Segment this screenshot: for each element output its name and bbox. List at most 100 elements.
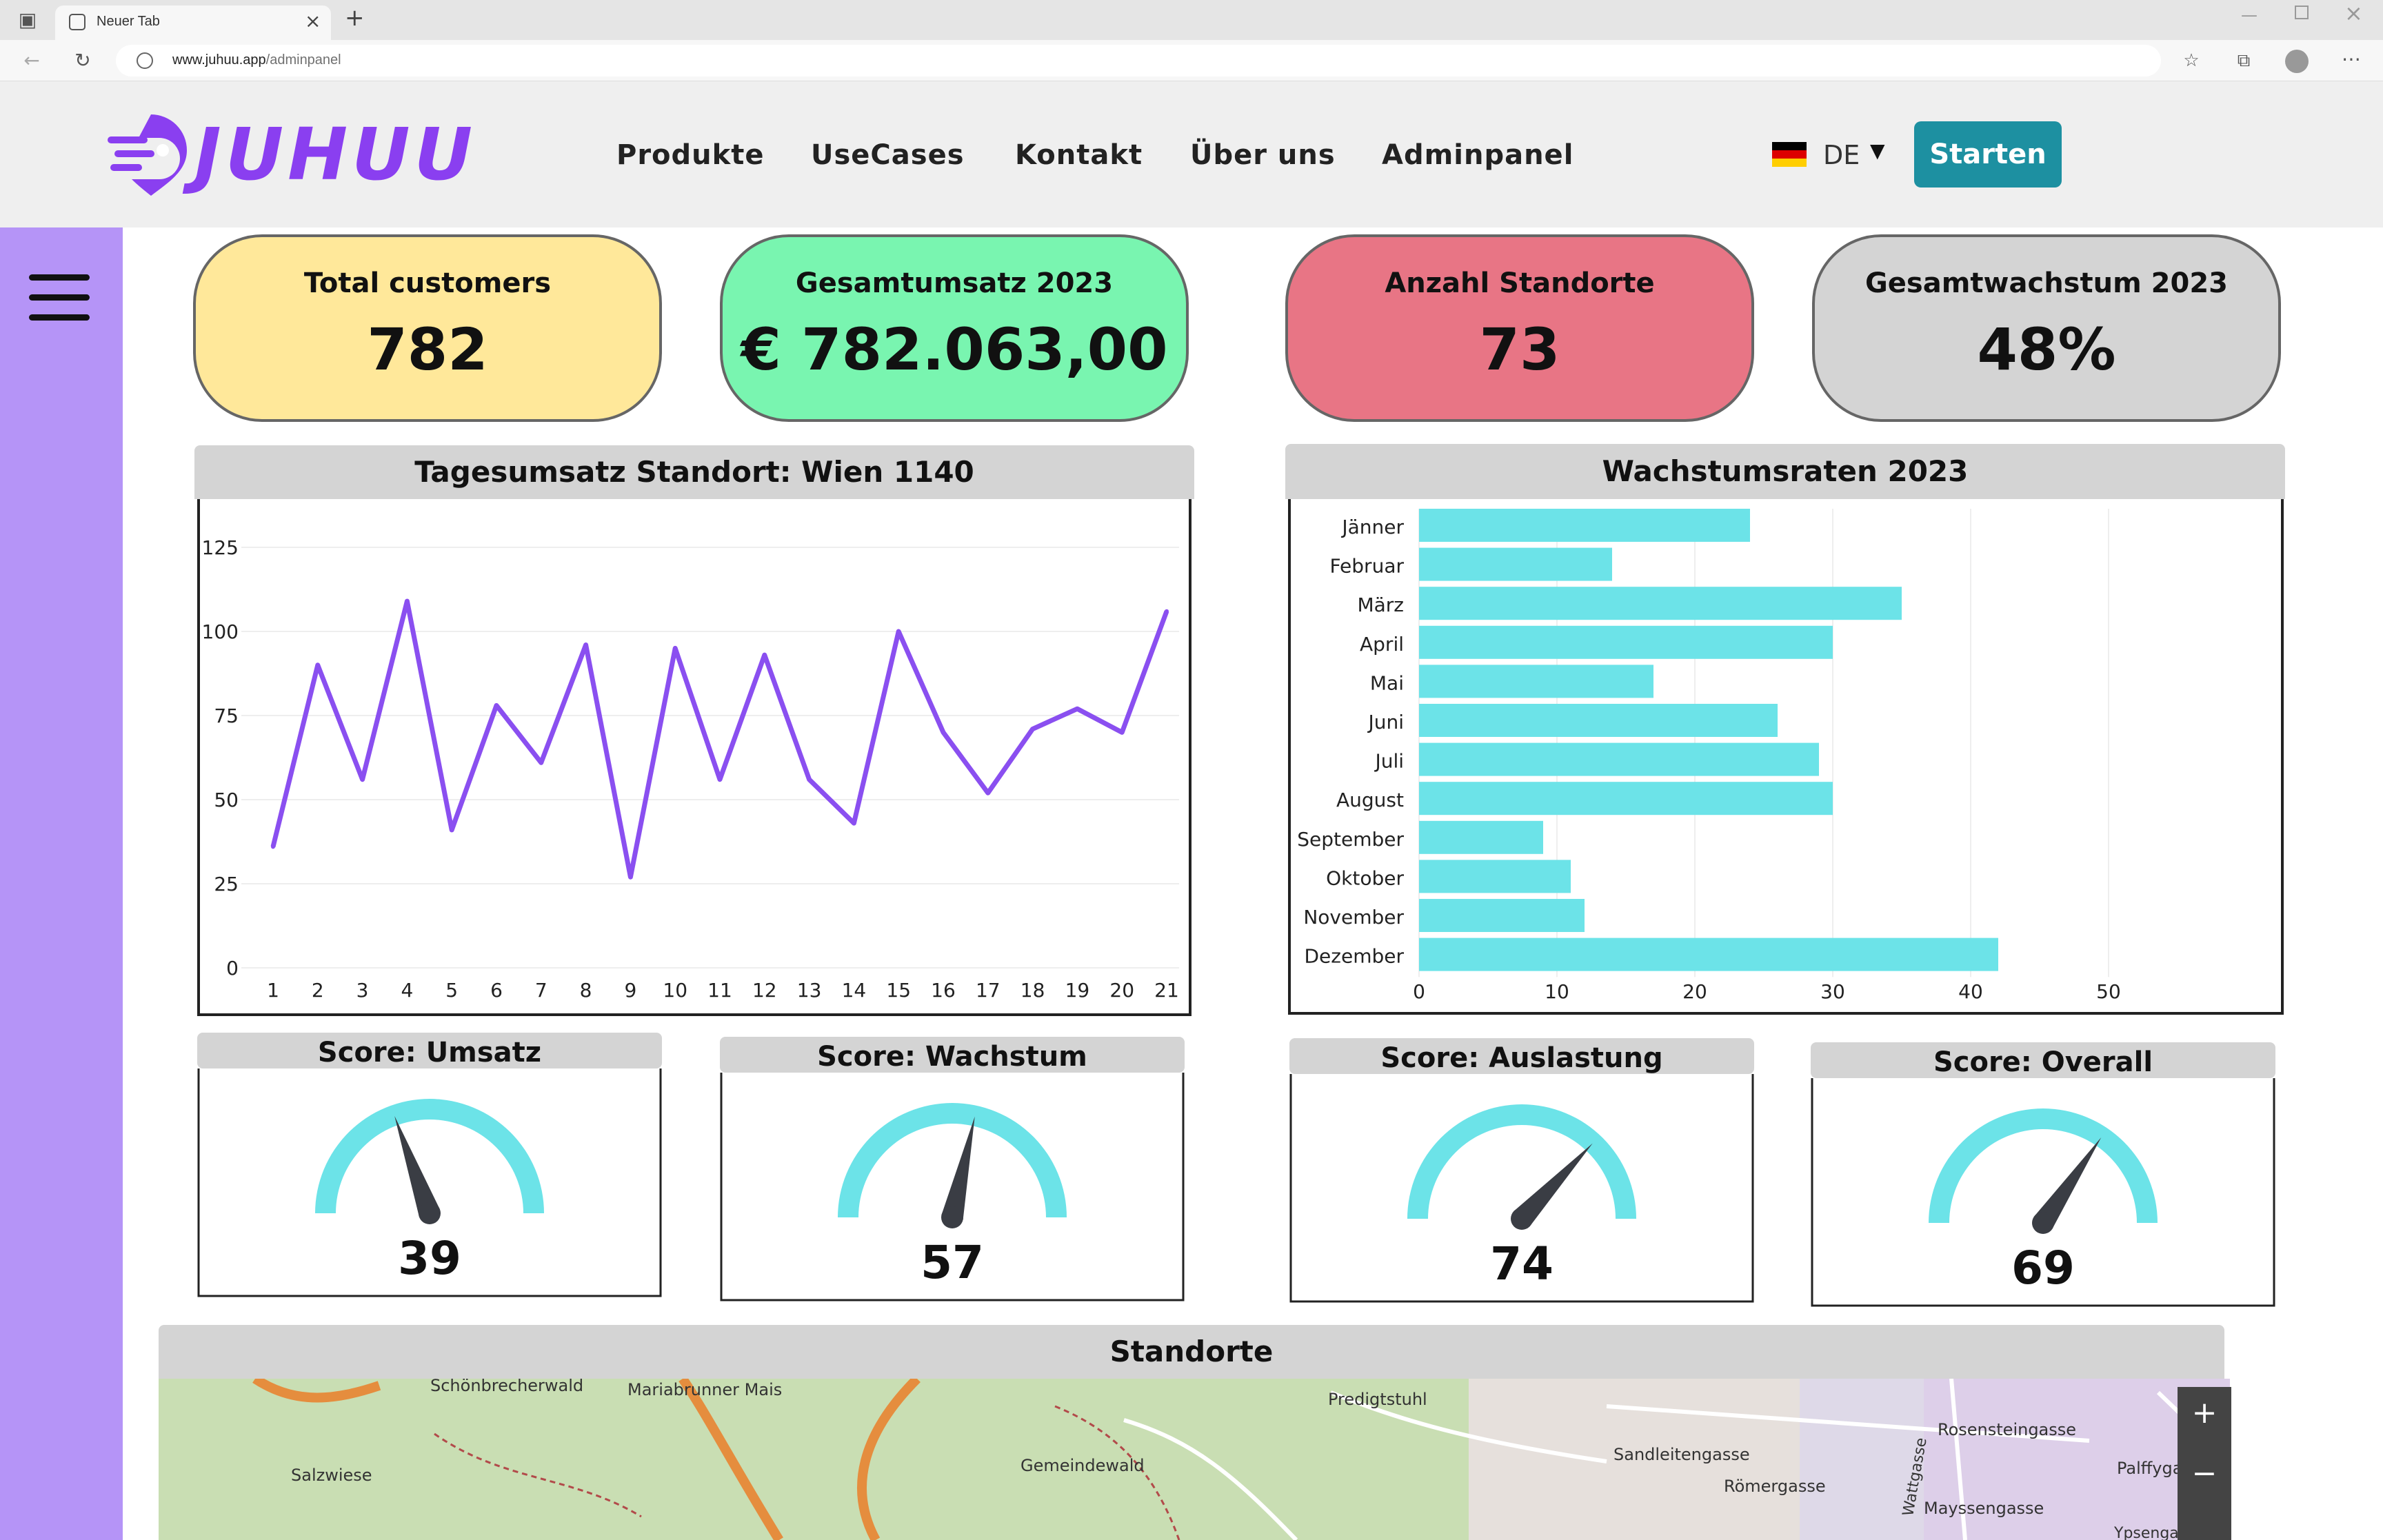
kpi-card-customers: Total customers 782 <box>193 234 662 422</box>
bar <box>1419 899 1585 932</box>
data-point <box>941 730 945 735</box>
url-host: www.juhuu.app <box>172 52 266 68</box>
data-point <box>807 777 812 782</box>
bar <box>1419 587 1902 620</box>
x-tick-label: 2 <box>312 979 324 1002</box>
back-icon[interactable]: ← <box>18 47 46 74</box>
kpi-title: Total customers <box>303 267 552 299</box>
y-tick-label: März <box>1357 594 1404 616</box>
gauge-hub <box>2032 1212 2054 1234</box>
more-menu-icon[interactable]: ⋯ <box>2337 45 2365 73</box>
x-tick-label: 20 <box>1109 979 1134 1002</box>
data-point <box>315 662 320 667</box>
zoom-in-button[interactable]: + <box>2178 1395 2231 1430</box>
data-point <box>852 821 856 826</box>
restore-icon[interactable] <box>2295 6 2309 19</box>
start-button[interactable]: Starten <box>1914 121 2062 188</box>
globe-icon <box>137 52 153 69</box>
y-tick-label: 100 <box>202 620 239 643</box>
data-point <box>1120 730 1125 735</box>
profile-avatar[interactable] <box>2285 50 2309 73</box>
data-point <box>1030 727 1035 731</box>
kpi-card-revenue: Gesamtumsatz 2023 € 782.063,00 <box>720 234 1189 422</box>
data-point <box>673 646 678 651</box>
nav-adminpanel[interactable]: Adminpanel <box>1382 138 1573 172</box>
kpi-card-locations: Anzahl Standorte 73 <box>1285 234 1754 422</box>
gauge-auslastung: Score: Auslastung 74 <box>1289 1038 1754 1303</box>
kpi-title: Gesamtwachstum 2023 <box>1864 267 2229 299</box>
logo-text[interactable]: JUHUU <box>194 119 476 190</box>
gauge-hub <box>419 1202 441 1224</box>
y-tick-label: Juli <box>1374 750 1404 773</box>
map-label: Rosensteingasse <box>1938 1420 2077 1439</box>
gauge-arc <box>1407 1104 1636 1219</box>
series-line <box>270 598 1169 880</box>
y-tick-label: Februar <box>1329 555 1404 578</box>
browser-tab[interactable]: Neuer Tab × <box>55 6 331 40</box>
url-text: www.juhuu.app/adminpanel <box>172 52 341 68</box>
minimize-icon[interactable]: — <box>2241 6 2258 25</box>
logo-icon[interactable] <box>108 112 194 199</box>
nav-produkte[interactable]: Produkte <box>616 138 764 172</box>
url-path: /adminpanel <box>265 52 341 68</box>
map-title: Standorte <box>159 1325 2224 1379</box>
window-close-icon[interactable]: × <box>2344 0 2363 26</box>
close-tab-icon[interactable]: × <box>305 10 321 32</box>
data-point <box>985 791 990 796</box>
kpi-title: Anzahl Standorte <box>1385 267 1655 299</box>
kpi-value: 782 <box>367 316 488 383</box>
y-tick-label: September <box>1297 828 1404 851</box>
nav-kontakt[interactable]: Kontakt <box>1015 138 1143 172</box>
bar <box>1419 860 1571 893</box>
bar <box>1419 665 1653 698</box>
url-field[interactable]: www.juhuu.app/adminpanel <box>116 45 2161 77</box>
site-header: JUHUU Produkte UseCases Kontakt Über uns… <box>0 81 2383 227</box>
gauge-needle <box>941 1116 975 1220</box>
x-tick-label: 17 <box>976 979 1001 1002</box>
collections-icon[interactable]: ⧉ <box>2230 47 2258 74</box>
x-tick-label: 9 <box>624 979 636 1002</box>
address-bar-row: ← ↻ www.juhuu.app/adminpanel ☆ ⧉ ⋯ <box>0 40 2383 81</box>
nav-usecases[interactable]: UseCases <box>811 138 965 172</box>
x-tick-label: 21 <box>1154 979 1179 1002</box>
bar <box>1419 938 1998 971</box>
sidebar-toggle-icon[interactable]: ▣ <box>14 6 41 34</box>
gauge-svg: Score: Umsatz 39 <box>197 1033 662 1297</box>
language-selector[interactable]: DE <box>1823 138 1860 172</box>
new-tab-icon[interactable]: + <box>345 4 365 32</box>
hamburger-menu-icon[interactable] <box>29 274 90 321</box>
favorites-icon[interactable]: ☆ <box>2178 47 2205 74</box>
map-label: Gemeindewald <box>1020 1456 1145 1475</box>
y-tick-label: April <box>1360 633 1404 656</box>
y-tick-label: Jänner <box>1340 516 1404 538</box>
x-tick-label: 0 <box>1413 980 1425 1003</box>
bar <box>1419 509 1750 542</box>
bar-chart: 0 10 20 30 40 50 Jänner Februar März April Mai Juni… <box>1297 509 2121 1003</box>
gauge-arc <box>1929 1108 2158 1223</box>
x-tick-label: 19 <box>1065 979 1090 1002</box>
x-tick-label: 30 <box>1820 980 1845 1003</box>
locations-map[interactable]: Schönbrecherwald Mariabrunner Mais Predi… <box>159 1379 2230 1540</box>
gauge-title: Score: Wachstum <box>817 1041 1087 1073</box>
y-tick-label: November <box>1303 906 1404 929</box>
map-label: Salzwiese <box>291 1466 372 1485</box>
kpi-title: Gesamtumsatz 2023 <box>795 267 1114 299</box>
chevron-down-icon[interactable]: ▼ <box>1870 139 1885 162</box>
bar-chart-panel: 0 10 20 30 40 50 Jänner Februar März April Mai Juni… <box>1288 499 2284 1015</box>
x-tick-label: 6 <box>490 979 503 1002</box>
line-chart-panel: 0 25 50 75 100 125 1 2 3 4 5 6 7 8 9 10 11 12 13 14 15 16 17 18… <box>197 499 1192 1016</box>
x-tick-label: 4 <box>401 979 413 1002</box>
map-label: Predigtstuhl <box>1328 1390 1427 1409</box>
y-tick-label: 0 <box>226 957 239 980</box>
data-point <box>762 653 767 658</box>
x-tick-label: 15 <box>886 979 911 1002</box>
x-tick-label: 18 <box>1020 979 1045 1002</box>
y-tick-label: Mai <box>1370 671 1404 694</box>
gauge-value: 39 <box>398 1232 461 1285</box>
nav-ueber-uns[interactable]: Über uns <box>1190 138 1336 172</box>
reload-icon[interactable]: ↻ <box>69 47 97 74</box>
gauge-hub <box>941 1206 963 1228</box>
x-tick-label: 11 <box>707 979 732 1002</box>
bar <box>1419 742 1819 776</box>
zoom-out-button[interactable]: − <box>2178 1456 2231 1491</box>
